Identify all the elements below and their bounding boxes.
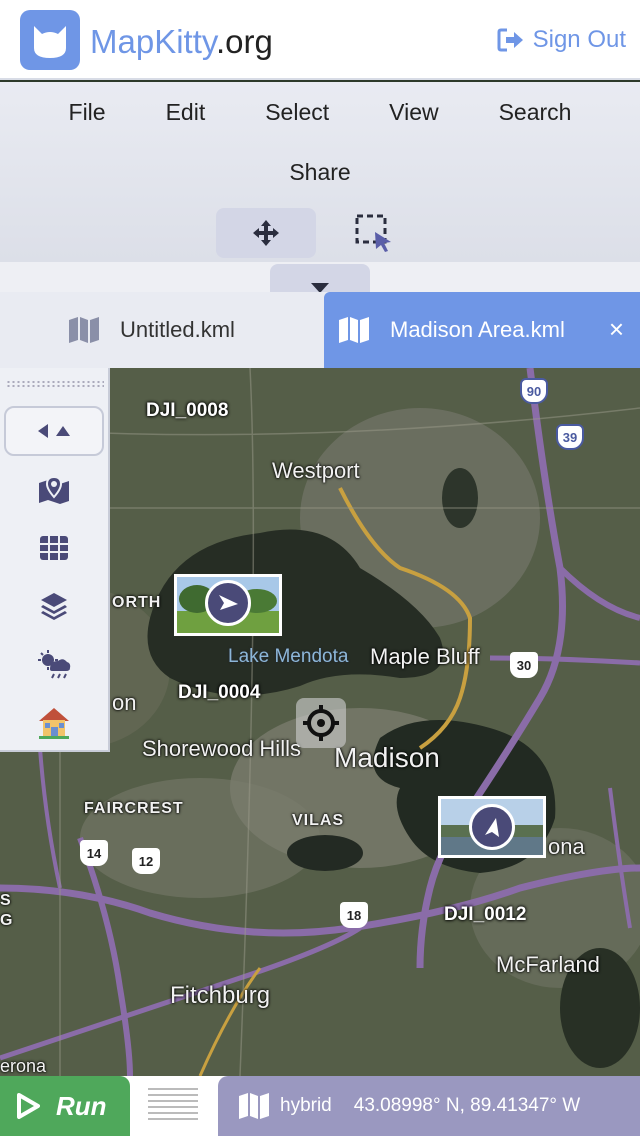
place-fitchburg: Fitchburg (170, 982, 271, 1009)
place-vilas: VILAS (292, 812, 345, 829)
house-icon (39, 708, 69, 739)
run-label: Run (56, 1090, 107, 1121)
side-panel-collapse-button[interactable] (4, 406, 104, 456)
route-30-shield: 30 (510, 652, 538, 678)
direction-arrow-icon (485, 818, 499, 837)
menu-share[interactable]: Share (259, 142, 380, 202)
menu-row-primary: File Edit Select View Search (0, 82, 640, 142)
place-westport: Westport (272, 458, 360, 483)
place-ona: ona (548, 834, 585, 859)
menu-view[interactable]: View (359, 82, 468, 142)
route-18-shield: 18 (340, 902, 368, 928)
menu-edit[interactable]: Edit (136, 82, 236, 142)
interstate-90-shield: 90 (520, 378, 548, 404)
layers-icon (41, 593, 67, 620)
route-14-shield: 14 (80, 840, 108, 866)
tab-madison-area[interactable]: Madison Area.kml × (324, 292, 640, 368)
menu-bar: File Edit Select View Search Share (0, 82, 640, 262)
run-button[interactable]: Run (0, 1076, 130, 1136)
side-house-button[interactable] (34, 702, 74, 742)
interstate-39-shield: 39 (556, 424, 584, 450)
side-panel (0, 368, 110, 752)
area-select-icon (355, 214, 391, 252)
weather-icon (38, 650, 71, 679)
tab-madison-area-label: Madison Area.kml (390, 317, 565, 342)
app: MapKitty.org Sign Out File Edit Select V… (0, 0, 640, 1136)
locate-me-button[interactable] (296, 698, 346, 748)
side-weather-button[interactable] (34, 644, 74, 684)
menu-file[interactable]: File (39, 82, 136, 142)
drone-label-dji-0012[interactable]: DJI_0012 (444, 904, 526, 926)
place-g: G (0, 912, 14, 929)
route-12-shield: 12 (132, 848, 160, 874)
select-area-tool-button[interactable] (324, 208, 424, 258)
side-map-button[interactable] (34, 470, 74, 510)
map-icon (239, 1093, 269, 1119)
photo-marker-dji-0012[interactable] (438, 796, 546, 858)
basemap-layer-selector[interactable]: hybrid (280, 1095, 332, 1117)
crosshair-icon (303, 705, 339, 741)
menu-select[interactable]: Select (235, 82, 359, 142)
photo-marker-dji-0004[interactable] (174, 574, 282, 636)
place-s: S (0, 892, 12, 909)
place-mcfarland: McFarland (496, 952, 600, 977)
sign-out-label: Sign Out (532, 26, 626, 53)
tab-untitled[interactable]: Untitled.kml (0, 292, 324, 368)
play-icon (17, 1093, 40, 1119)
drag-handle[interactable] (6, 380, 104, 388)
brand-tld: .org (215, 23, 273, 60)
close-tab-icon[interactable]: × (609, 314, 624, 344)
place-on: on (112, 690, 137, 715)
brand-title[interactable]: MapKitty.org (90, 22, 273, 62)
heading-arrow (205, 580, 251, 626)
direction-arrow-icon (219, 595, 238, 610)
footer: Run hybrid 43.08998° N, 89.41347° W (0, 1076, 640, 1136)
header: MapKitty.org Sign Out (0, 0, 640, 80)
move-icon (253, 220, 279, 246)
tab-untitled-label: Untitled.kml (120, 317, 235, 342)
menu-search[interactable]: Search (469, 82, 602, 142)
place-madison: Madison (334, 742, 440, 773)
status-bar: hybrid 43.08998° N, 89.41347° W (218, 1076, 640, 1136)
heading-arrow (469, 804, 515, 850)
place-north: ORTH (112, 594, 162, 611)
logo (20, 10, 80, 70)
console-toggle-button[interactable] (148, 1088, 198, 1124)
place-faircrest: FAIRCREST (84, 800, 184, 817)
tab-bar: Untitled.kml Madison Area.kml × (0, 292, 640, 368)
place-lake-mendota: Lake Mendota (228, 646, 349, 667)
place-maple-bluff: Maple Bluff (370, 644, 480, 669)
map-icon (339, 317, 369, 343)
place-shorewood-hills: Shorewood Hills (142, 736, 301, 761)
place-erona: erona (0, 1056, 47, 1076)
pan-tool-button[interactable] (216, 208, 316, 258)
menu-row-secondary: Share (0, 142, 640, 202)
sign-out-icon (497, 28, 523, 52)
map-pin-icon (39, 475, 69, 504)
cursor-coordinates: 43.08998° N, 89.41347° W (353, 1095, 581, 1116)
cat-logo-icon (34, 26, 66, 58)
drone-label-dji-0008[interactable]: DJI_0008 (146, 400, 228, 422)
chevron-up-icon (56, 426, 70, 436)
side-table-button[interactable] (34, 528, 74, 568)
chevron-left-icon (38, 424, 48, 438)
map-icon (69, 317, 99, 343)
brand-name: MapKitty (90, 23, 216, 60)
side-layers-button[interactable] (34, 586, 74, 626)
sign-out-button[interactable]: Sign Out (497, 22, 626, 58)
tool-row (0, 206, 640, 258)
drone-label-dji-0004[interactable]: DJI_0004 (178, 682, 260, 704)
table-icon (40, 536, 68, 560)
